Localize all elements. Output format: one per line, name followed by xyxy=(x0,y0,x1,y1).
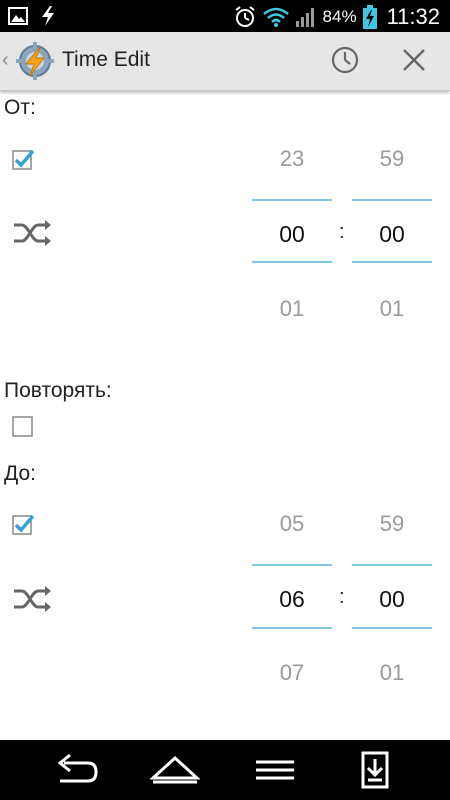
from-minute-current[interactable]: 00 xyxy=(352,221,432,248)
from-hour-top-line xyxy=(252,199,332,201)
to-label: До: xyxy=(4,462,36,485)
to-enable-checkbox[interactable] xyxy=(12,513,34,535)
page-title: Time Edit xyxy=(62,48,150,71)
wifi-icon xyxy=(262,7,289,27)
to-minute-bottom-line xyxy=(352,627,432,629)
from-hour-prev[interactable]: 23 xyxy=(252,146,332,172)
to-minute-prev[interactable]: 59 xyxy=(352,511,432,537)
from-minute-next[interactable]: 01 xyxy=(352,296,432,322)
to-random-shuffle-icon[interactable] xyxy=(12,584,52,614)
from-hour-current[interactable]: 00 xyxy=(252,221,332,248)
to-hour-current[interactable]: 06 xyxy=(252,586,332,613)
from-separator: : xyxy=(339,221,345,243)
to-hour-bottom-line xyxy=(252,627,332,629)
flash-icon xyxy=(42,6,54,26)
to-minute-next[interactable]: 01 xyxy=(352,660,432,686)
navigation-bar xyxy=(0,740,450,800)
to-separator: : xyxy=(339,586,345,608)
to-minute-current[interactable]: 00 xyxy=(352,586,432,613)
close-icon[interactable] xyxy=(398,44,430,76)
download-icon[interactable] xyxy=(350,750,400,790)
from-label: От: xyxy=(4,96,36,119)
to-hour-next[interactable]: 07 xyxy=(252,660,332,686)
from-random-shuffle-icon[interactable] xyxy=(12,218,52,248)
status-bar: 84% 11:32 xyxy=(0,0,450,32)
home-icon[interactable] xyxy=(150,750,200,790)
battery-percent: 84% xyxy=(322,7,357,26)
to-hour-prev[interactable]: 05 xyxy=(252,511,332,537)
status-time: 11:32 xyxy=(386,4,440,29)
clock-icon[interactable] xyxy=(329,44,361,76)
from-enable-checkbox[interactable] xyxy=(12,148,34,170)
back-icon[interactable] xyxy=(50,750,100,790)
from-hour-next[interactable]: 01 xyxy=(252,296,332,322)
battery-charging-icon xyxy=(362,5,377,29)
image-icon xyxy=(8,7,28,25)
repeat-label: Повторять: xyxy=(4,379,112,402)
from-minute-top-line xyxy=(352,199,432,201)
to-minute-top-line xyxy=(352,564,432,566)
back-chevron-icon[interactable]: ‹ xyxy=(2,49,9,72)
from-minute-bottom-line xyxy=(352,261,432,263)
action-bar: ‹ Time Edit xyxy=(0,32,450,91)
to-hour-top-line xyxy=(252,564,332,566)
signal-icon xyxy=(295,8,314,27)
from-minute-prev[interactable]: 59 xyxy=(352,146,432,172)
menu-icon[interactable] xyxy=(250,750,300,790)
repeat-checkbox[interactable] xyxy=(12,416,34,438)
tasker-logo-icon[interactable] xyxy=(16,42,54,80)
from-hour-bottom-line xyxy=(252,261,332,263)
alarm-icon xyxy=(234,6,255,27)
